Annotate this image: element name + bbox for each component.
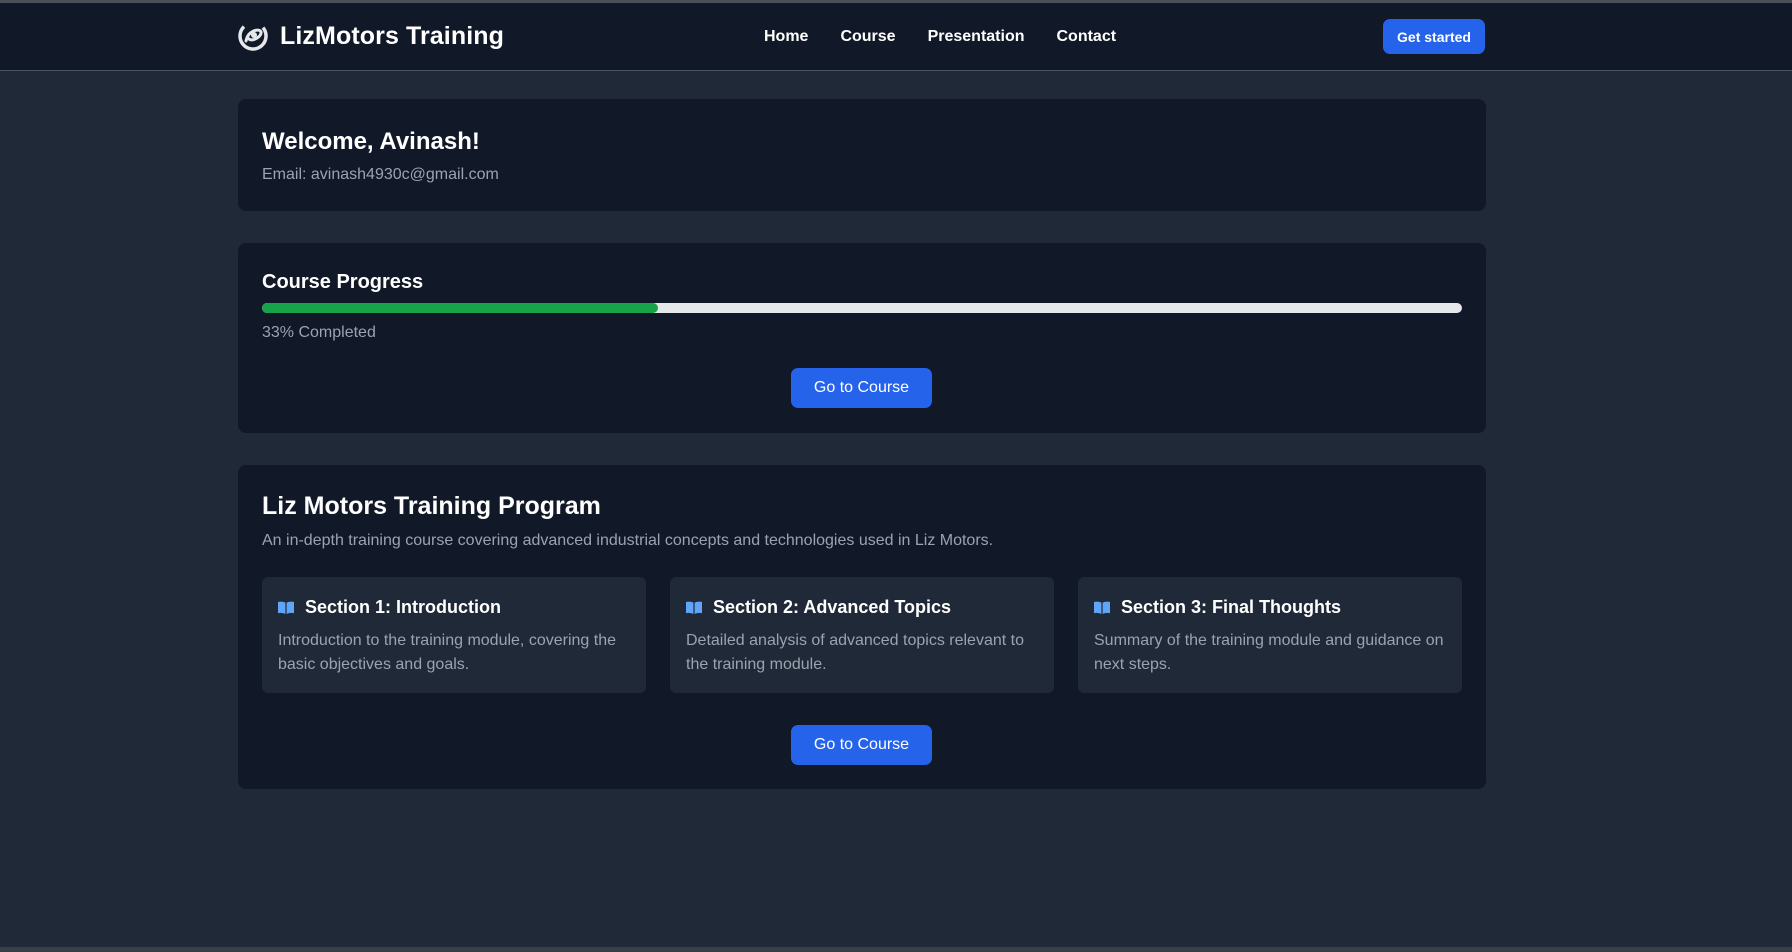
- course-progress-title: Course Progress: [262, 271, 424, 293]
- nav-link-contact[interactable]: Contact: [1057, 28, 1117, 46]
- swirl-logo-icon: [238, 21, 268, 51]
- section-card-final-thoughts[interactable]: Section 3: Final Thoughts Summary of the…: [1078, 577, 1462, 693]
- welcome-heading: Welcome, Avinash!: [262, 128, 480, 155]
- nav-link-course[interactable]: Course: [840, 28, 895, 46]
- progress-bar: [262, 303, 1462, 313]
- go-to-course-button[interactable]: Go to Course: [791, 368, 932, 408]
- go-to-course-button-bottom[interactable]: Go to Course: [791, 725, 932, 765]
- section-header: Section 2: Advanced Topics: [686, 597, 951, 618]
- section-card-advanced-topics[interactable]: Section 2: Advanced Topics Detailed anal…: [670, 577, 1054, 693]
- brand-name: LizMotors Training: [280, 21, 505, 50]
- nav-link-presentation[interactable]: Presentation: [928, 28, 1025, 46]
- progress-bar-fill: [262, 303, 658, 313]
- user-email: avinash4930c@gmail.com: [310, 166, 499, 183]
- email-label: Email:: [262, 166, 307, 183]
- nav-menu: Home Course Presentation Contact: [764, 28, 1148, 46]
- section-description: Introduction to the training module, cov…: [278, 632, 616, 673]
- section-title: Section 2: Advanced Topics: [713, 597, 952, 617]
- get-started-button[interactable]: Get started: [1383, 19, 1485, 54]
- section-description: Summary of the training module and guida…: [1094, 632, 1444, 673]
- user-email-row: Email: avinash4930c@gmail.com: [262, 166, 499, 184]
- section-title: Section 1: Introduction: [305, 597, 501, 617]
- window-bottom-border: [0, 947, 1792, 952]
- welcome-card: Welcome, Avinash! Email: avinash4930c@gm…: [238, 99, 1486, 211]
- program-description: An in-depth training course covering adv…: [262, 532, 994, 549]
- book-open-icon: [1094, 601, 1110, 614]
- section-description: Detailed analysis of advanced topics rel…: [686, 632, 1024, 673]
- book-open-icon: [686, 601, 702, 614]
- nav-link-home[interactable]: Home: [764, 28, 808, 46]
- book-open-icon: [278, 601, 294, 614]
- progress-status-text: 33% Completed: [262, 324, 376, 341]
- navbar: LizMotors Training Home Course Presentat…: [0, 3, 1792, 71]
- training-program-card: Liz Motors Training Program An in-depth …: [238, 465, 1486, 789]
- brand[interactable]: LizMotors Training: [238, 21, 504, 51]
- program-title: Liz Motors Training Program: [262, 492, 601, 520]
- section-title: Section 3: Final Thoughts: [1121, 597, 1341, 617]
- section-card-introduction[interactable]: Section 1: Introduction Introduction to …: [262, 577, 646, 693]
- course-progress-card: Course Progress 33% Completed Go to Cour…: [238, 243, 1486, 433]
- section-header: Section 3: Final Thoughts: [1094, 597, 1341, 618]
- section-header: Section 1: Introduction: [278, 597, 501, 618]
- section-list: Section 1: Introduction Introduction to …: [262, 577, 1462, 693]
